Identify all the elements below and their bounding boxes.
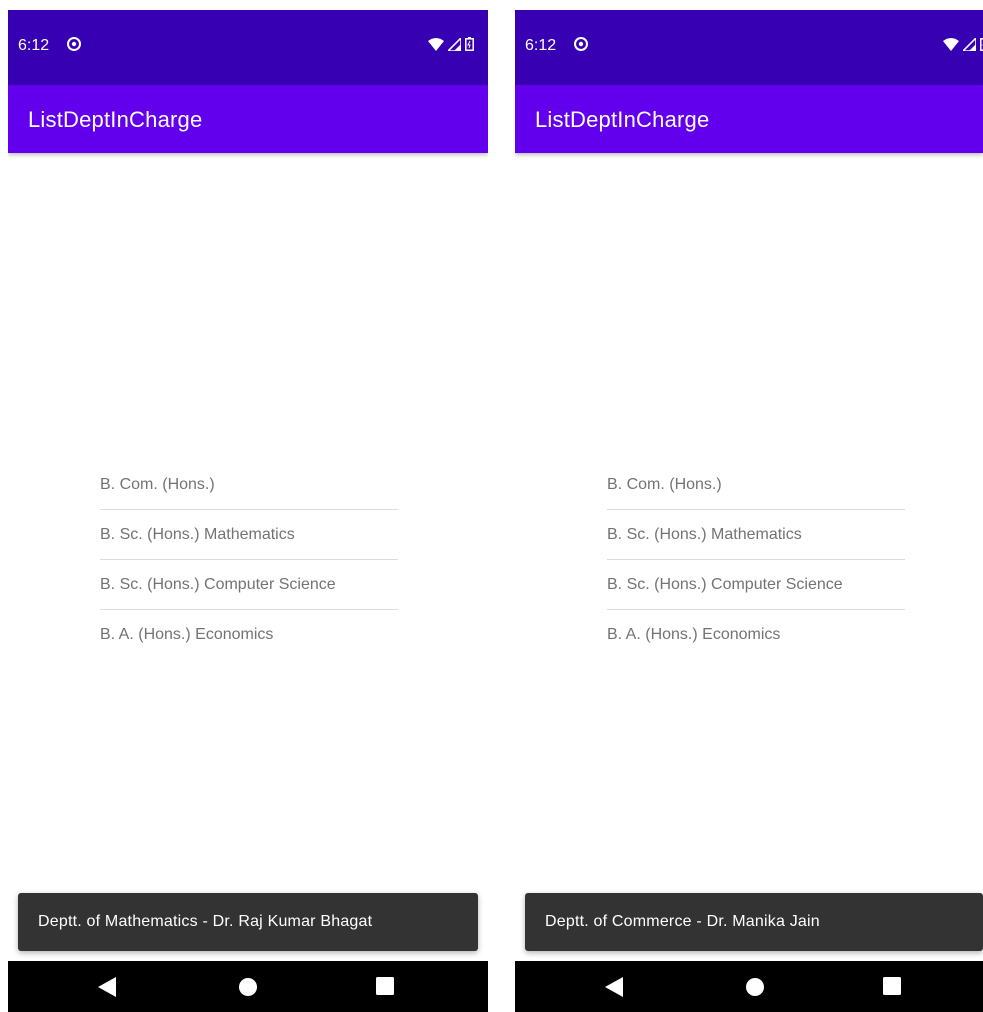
toast-message: Deptt. of Commerce - Dr. Manika Jain xyxy=(525,893,983,951)
sync-icon xyxy=(67,37,81,51)
sync-icon xyxy=(574,37,588,51)
list-item[interactable]: B. Com. (Hons.) xyxy=(100,460,398,510)
list-item[interactable]: B. Com. (Hons.) xyxy=(607,460,905,510)
status-bar: 6:12 xyxy=(515,10,983,85)
list-item[interactable]: B. Sc. (Hons.) Computer Science xyxy=(100,560,398,610)
phone-screen-left: 6:12 ListDeptInCharge B. Com. (Hons.) B.… xyxy=(8,10,488,1012)
wifi-icon xyxy=(943,37,959,51)
list-item[interactable]: B. Sc. (Hons.) Mathematics xyxy=(607,510,905,560)
list-item[interactable]: B. Sc. (Hons.) Mathematics xyxy=(100,510,398,560)
recents-icon[interactable] xyxy=(376,977,394,995)
home-icon[interactable] xyxy=(238,977,258,997)
app-title: ListDeptInCharge xyxy=(535,107,710,132)
status-bar: 6:12 xyxy=(8,10,488,85)
back-icon[interactable] xyxy=(605,977,623,997)
list-item[interactable]: B. Sc. (Hons.) Computer Science xyxy=(607,560,905,610)
department-list: B. Com. (Hons.) B. Sc. (Hons.) Mathemati… xyxy=(100,460,398,659)
status-time: 6:12 xyxy=(525,37,557,54)
cell-signal-icon xyxy=(963,37,976,51)
recents-icon[interactable] xyxy=(883,977,901,995)
list-item[interactable]: B. A. (Hons.) Economics xyxy=(100,610,398,659)
list-item[interactable]: B. A. (Hons.) Economics xyxy=(607,610,905,659)
wifi-icon xyxy=(428,37,444,51)
cell-signal-icon xyxy=(448,37,461,51)
battery-icon xyxy=(465,37,474,51)
app-title: ListDeptInCharge xyxy=(28,107,203,132)
back-icon[interactable] xyxy=(98,977,116,997)
navigation-bar xyxy=(8,961,488,1012)
phone-screen-right: 6:12 ListDeptInCharge B. Com. (Hons.) B.… xyxy=(515,10,983,1012)
status-time: 6:12 xyxy=(18,37,50,54)
home-icon[interactable] xyxy=(745,977,765,997)
department-list: B. Com. (Hons.) B. Sc. (Hons.) Mathemati… xyxy=(607,460,905,659)
app-bar: ListDeptInCharge xyxy=(8,85,488,153)
toast-message: Deptt. of Mathematics - Dr. Raj Kumar Bh… xyxy=(18,893,478,951)
app-bar: ListDeptInCharge xyxy=(515,85,983,153)
navigation-bar xyxy=(515,961,983,1012)
